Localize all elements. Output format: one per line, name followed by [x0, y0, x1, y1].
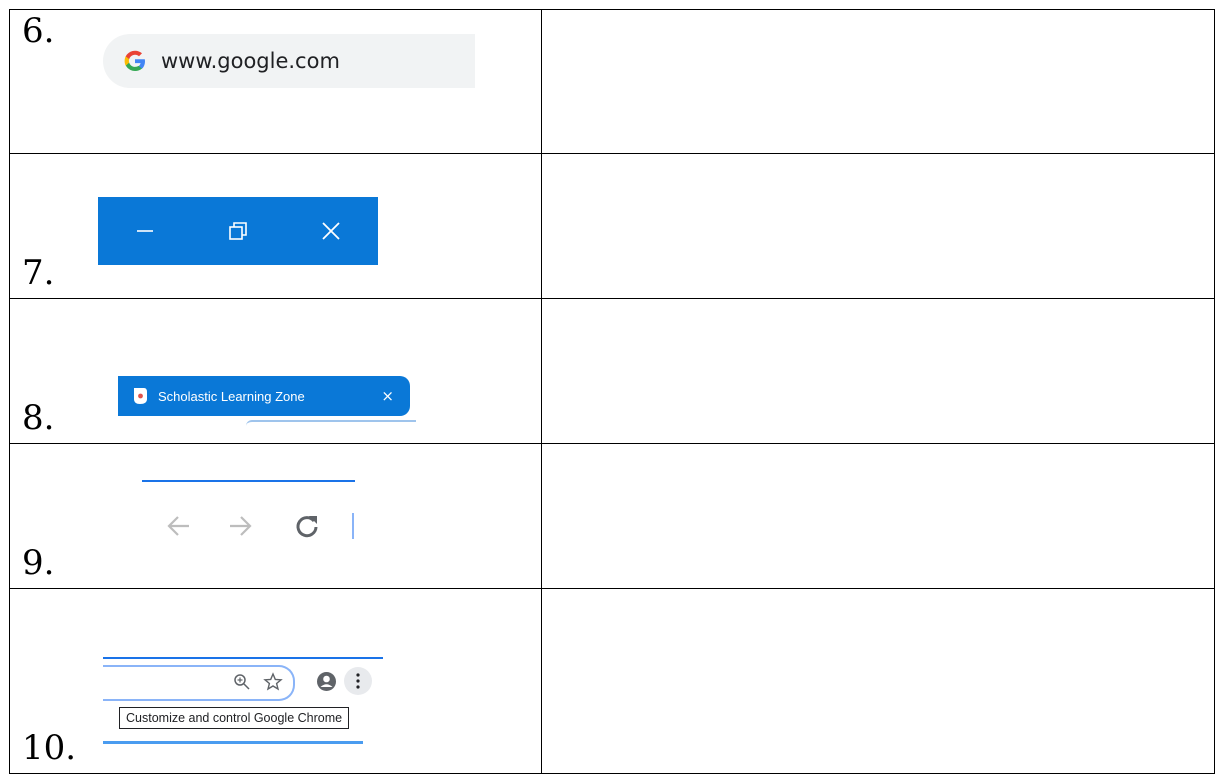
tab-title: Scholastic Learning Zone	[158, 388, 305, 404]
restore-icon	[228, 222, 247, 240]
restore-button[interactable]	[191, 197, 284, 265]
window-controls	[98, 197, 378, 265]
menu-button[interactable]	[344, 667, 372, 695]
worksheet-row-7: 7.	[9, 153, 1215, 299]
back-arrow-icon[interactable]	[166, 513, 192, 539]
minimize-button[interactable]	[98, 197, 191, 265]
chrome-omnibox[interactable]: www.google.com	[103, 34, 475, 88]
image-cell-9: 9.	[9, 443, 542, 589]
answer-cell-10[interactable]	[541, 588, 1215, 774]
forward-arrow-icon[interactable]	[227, 513, 253, 539]
google-g-icon	[124, 50, 145, 71]
browser-tab[interactable]: Scholastic Learning Zone ×	[118, 376, 410, 416]
close-button[interactable]	[284, 197, 377, 265]
worksheet-row-8: 8. Scholastic Learning Zone ×	[9, 298, 1215, 444]
navigation-buttons	[142, 480, 357, 550]
browser-tabstrip: Scholastic Learning Zone ×	[118, 376, 418, 422]
image-cell-10: 10. Customize and control Google Chrome	[9, 588, 542, 774]
item-number: 10.	[22, 728, 77, 768]
item-number: 9.	[22, 543, 55, 583]
menu-kebab-icon	[356, 673, 360, 689]
menu-tooltip: Customize and control Google Chrome	[119, 707, 350, 729]
worksheet-table: 6. www.google.com 7. 8. Scholastic Learn…	[9, 9, 1215, 774]
image-cell-8: 8. Scholastic Learning Zone ×	[9, 298, 542, 444]
zoom-icon[interactable]	[233, 673, 251, 691]
chrome-toolbar: Customize and control Google Chrome	[103, 657, 383, 767]
toolbar-border	[103, 657, 383, 659]
worksheet-row-10: 10. Customize and control Google Chrome	[9, 588, 1215, 774]
worksheet-row-6: 6. www.google.com	[9, 9, 1215, 154]
scholastic-favicon-icon	[134, 388, 147, 404]
item-number: 7.	[22, 253, 55, 293]
answer-cell-6[interactable]	[541, 9, 1215, 154]
profile-icon[interactable]	[316, 671, 337, 692]
minimize-icon	[136, 230, 153, 232]
worksheet-row-9: 9.	[9, 443, 1215, 589]
item-number: 8.	[22, 398, 55, 438]
omnibox-edge	[352, 513, 354, 539]
answer-cell-7[interactable]	[541, 153, 1215, 299]
bookmark-star-icon[interactable]	[263, 672, 283, 692]
reload-icon[interactable]	[294, 513, 320, 539]
omnibox-url: www.google.com	[161, 49, 340, 73]
image-cell-6: 6. www.google.com	[9, 9, 542, 154]
tab-close-icon[interactable]: ×	[381, 387, 394, 405]
item-number: 6.	[22, 11, 55, 51]
answer-cell-9[interactable]	[541, 443, 1215, 589]
toolbar-border	[142, 480, 355, 482]
toolbar-bottom-border	[103, 741, 363, 744]
image-cell-7: 7.	[9, 153, 542, 299]
answer-cell-8[interactable]	[541, 298, 1215, 444]
tab-underline	[246, 420, 416, 426]
close-icon	[321, 222, 340, 240]
